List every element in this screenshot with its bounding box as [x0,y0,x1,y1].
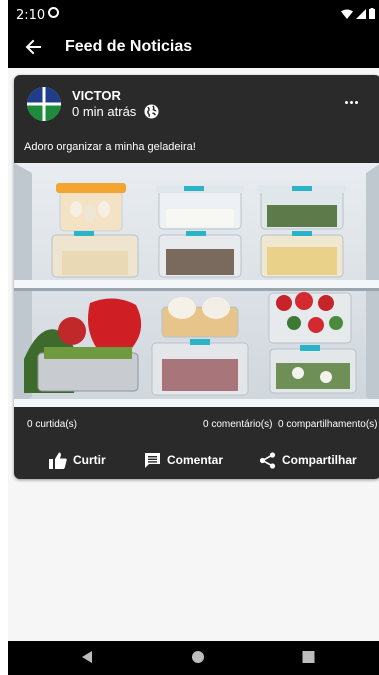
like-button[interactable]: Curtir [49,447,106,473]
nav-recents-icon[interactable] [302,650,315,664]
comment-button-label: Comentar [167,453,224,467]
status-bar: 2:10 [8,0,379,30]
back-arrow-icon[interactable] [22,36,44,58]
thumbs-up-icon [49,452,67,469]
app-screen: 2:10 Feed de Noticias VICTOR 0 min atrás [8,0,379,675]
nav-home-icon[interactable] [191,650,205,664]
likes-count[interactable]: 0 curtida(s) [27,419,77,430]
post-stats: 0 curtida(s) 0 comentário(s) 0 compartil… [14,415,379,433]
page-title: Feed de Noticias [65,38,193,55]
post-image[interactable] [14,163,379,407]
nav-back-icon[interactable] [80,650,94,664]
shares-count[interactable]: 0 compartilhamento(s) [278,419,377,430]
notification-icon [48,7,59,18]
comment-icon [145,452,160,468]
wifi-icon [341,9,353,19]
more-options-icon[interactable] [341,95,361,109]
signal-icon [356,8,366,19]
comment-button[interactable]: Comentar [144,447,223,473]
system-nav-bar [8,641,379,675]
avatar[interactable] [27,87,61,121]
globe-icon [144,104,159,119]
comments-count[interactable]: 0 comentário(s) [203,419,272,430]
status-time: 2:10 [16,8,46,23]
post-meta: 0 min atrás [72,104,159,119]
battery-icon [369,8,375,19]
app-bar: Feed de Noticias [8,30,379,68]
like-button-label: Curtir [73,453,106,467]
share-button[interactable]: Compartilhar [259,447,357,473]
status-icons [341,8,375,19]
share-icon [259,451,276,469]
post-author[interactable]: VICTOR [72,88,121,103]
post-card: VICTOR 0 min atrás Adoro organizar a min… [14,75,379,479]
post-text: Adoro organizar a minha geladeira! [24,141,196,153]
post-actions: Curtir Comentar Compartilhar [14,447,379,473]
share-button-label: Compartilhar [282,453,357,467]
post-time: 0 min atrás [72,104,137,119]
